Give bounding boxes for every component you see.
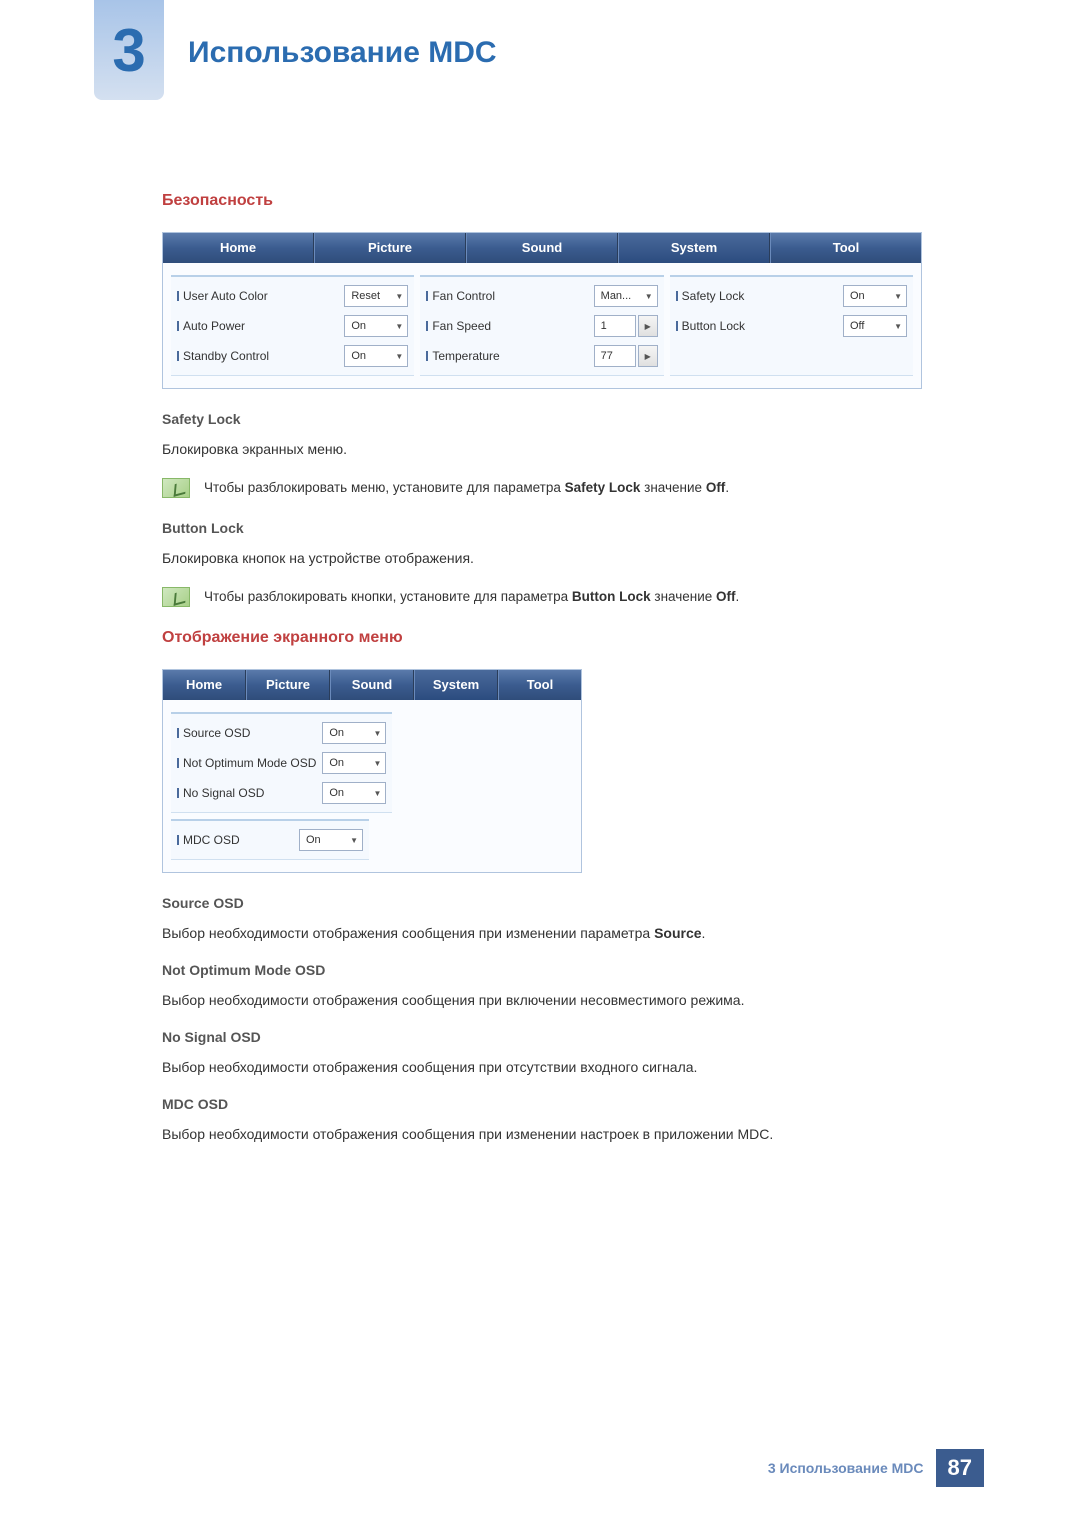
chevron-down-icon: ▼ <box>894 322 902 331</box>
page-number: 87 <box>936 1449 984 1487</box>
tab-system[interactable]: System <box>618 233 770 263</box>
chapter-title: Использование MDC <box>188 36 497 70</box>
label: Auto Power <box>177 319 338 333</box>
chevron-down-icon: ▼ <box>350 836 358 845</box>
button-lock-heading: Button Lock <box>162 520 922 536</box>
dropdown-notopt-osd[interactable]: On▼ <box>322 752 386 774</box>
note-button-lock: Чтобы разблокировать кнопки, установите … <box>162 587 922 607</box>
tab-home[interactable]: Home <box>163 670 246 700</box>
row-fan-control: Fan Control Man...▼ <box>426 281 657 311</box>
chapter-number: 3 <box>112 16 145 85</box>
tab-sound[interactable]: Sound <box>330 670 414 700</box>
arrow-right-icon[interactable]: ▶ <box>638 345 658 367</box>
row-fan-speed: Fan Speed 1 ▶ <box>426 311 657 341</box>
dropdown-reset[interactable]: Reset▼ <box>344 285 408 307</box>
dropdown-fancontrol[interactable]: Man...▼ <box>594 285 658 307</box>
dropdown-standby[interactable]: On▼ <box>344 345 408 367</box>
source-osd-body: Выбор необходимости отображения сообщени… <box>162 923 922 944</box>
row-user-auto-color: User Auto Color Reset▼ <box>177 281 408 311</box>
section-security-title: Безопасность <box>162 192 922 210</box>
source-osd-heading: Source OSD <box>162 895 922 911</box>
dropdown-safetylock[interactable]: On▼ <box>843 285 907 307</box>
tab-tool[interactable]: Tool <box>498 670 581 700</box>
dropdown-source-osd[interactable]: On▼ <box>322 722 386 744</box>
label: Source OSD <box>177 726 316 740</box>
row-mdc-osd: MDC OSD On▼ <box>177 825 363 855</box>
nosignal-osd-heading: No Signal OSD <box>162 1029 922 1045</box>
notopt-osd-heading: Not Optimum Mode OSD <box>162 962 922 978</box>
tab-system[interactable]: System <box>414 670 498 700</box>
chevron-down-icon: ▼ <box>645 292 653 301</box>
label: Fan Speed <box>426 319 587 333</box>
row-auto-power: Auto Power On▼ <box>177 311 408 341</box>
col3: Safety Lock On▼ Button Lock Off▼ <box>670 275 913 376</box>
label: Safety Lock <box>676 289 837 303</box>
mdc-osd-body: Выбор необходимости отображения сообщени… <box>162 1124 922 1145</box>
nosignal-osd-body: Выбор необходимости отображения сообщени… <box>162 1057 922 1078</box>
spinner-temperature[interactable]: 77 ▶ <box>594 345 658 367</box>
tab-tool[interactable]: Tool <box>770 233 921 263</box>
note-icon <box>162 587 190 607</box>
mdc-osd-heading: MDC OSD <box>162 1096 922 1112</box>
note-safety-lock: Чтобы разблокировать меню, установите дл… <box>162 478 922 498</box>
col-right: MDC OSD On▼ <box>171 819 369 860</box>
label: User Auto Color <box>177 289 338 303</box>
chevron-down-icon: ▼ <box>395 292 403 301</box>
chevron-down-icon: ▼ <box>894 292 902 301</box>
row-standby-control: Standby Control On▼ <box>177 341 408 371</box>
label: Temperature <box>426 349 587 363</box>
safety-lock-body: Блокировка экранных меню. <box>162 439 922 460</box>
label: Fan Control <box>426 289 587 303</box>
chevron-down-icon: ▼ <box>395 352 403 361</box>
row-safety-lock: Safety Lock On▼ <box>676 281 907 311</box>
panel-body: Source OSD On▼ Not Optimum Mode OSD On▼ … <box>163 700 581 872</box>
osd-panel: Home Picture Sound System Tool Source OS… <box>162 669 582 873</box>
col1: User Auto Color Reset▼ Auto Power On▼ St… <box>171 275 414 376</box>
footer: 3 Использование MDC 87 <box>768 1449 984 1487</box>
tabbar: Home Picture Sound System Tool <box>163 233 921 263</box>
label: No Signal OSD <box>177 786 316 800</box>
chevron-down-icon: ▼ <box>395 322 403 331</box>
label: MDC OSD <box>177 833 293 847</box>
label: Not Optimum Mode OSD <box>177 756 316 770</box>
tab-picture[interactable]: Picture <box>314 233 466 263</box>
label: Button Lock <box>676 319 837 333</box>
chevron-down-icon: ▼ <box>373 789 381 798</box>
row-source-osd: Source OSD On▼ <box>177 718 386 748</box>
spinner-fanspeed[interactable]: 1 ▶ <box>594 315 658 337</box>
content: Безопасность Home Picture Sound System T… <box>162 192 922 1163</box>
tab-picture[interactable]: Picture <box>246 670 330 700</box>
row-nosignal-osd: No Signal OSD On▼ <box>177 778 386 808</box>
chapter-badge: 3 <box>94 0 164 100</box>
note-text: Чтобы разблокировать меню, установите дл… <box>204 478 729 498</box>
notopt-osd-body: Выбор необходимости отображения сообщени… <box>162 990 922 1011</box>
dropdown-mdc-osd[interactable]: On▼ <box>299 829 363 851</box>
col2: Fan Control Man...▼ Fan Speed 1 ▶ Temper… <box>420 275 663 376</box>
chevron-down-icon: ▼ <box>373 759 381 768</box>
tab-home[interactable]: Home <box>163 233 314 263</box>
row-temperature: Temperature 77 ▶ <box>426 341 657 371</box>
row-button-lock: Button Lock Off▼ <box>676 311 907 341</box>
footer-text: 3 Использование MDC <box>768 1460 924 1476</box>
security-panel: Home Picture Sound System Tool User Auto… <box>162 232 922 389</box>
note-text: Чтобы разблокировать кнопки, установите … <box>204 587 739 607</box>
section-osd-title: Отображение экранного меню <box>162 629 922 647</box>
chevron-down-icon: ▼ <box>373 729 381 738</box>
dropdown-autopower[interactable]: On▼ <box>344 315 408 337</box>
note-icon <box>162 478 190 498</box>
col-left: Source OSD On▼ Not Optimum Mode OSD On▼ … <box>171 712 392 813</box>
arrow-right-icon[interactable]: ▶ <box>638 315 658 337</box>
button-lock-body: Блокировка кнопок на устройстве отображе… <box>162 548 922 569</box>
safety-lock-heading: Safety Lock <box>162 411 922 427</box>
row-notopt-osd: Not Optimum Mode OSD On▼ <box>177 748 386 778</box>
panel-body: User Auto Color Reset▼ Auto Power On▼ St… <box>163 263 921 388</box>
tabbar2: Home Picture Sound System Tool <box>163 670 581 700</box>
label: Standby Control <box>177 349 338 363</box>
tab-sound[interactable]: Sound <box>466 233 618 263</box>
dropdown-nosignal-osd[interactable]: On▼ <box>322 782 386 804</box>
dropdown-buttonlock[interactable]: Off▼ <box>843 315 907 337</box>
